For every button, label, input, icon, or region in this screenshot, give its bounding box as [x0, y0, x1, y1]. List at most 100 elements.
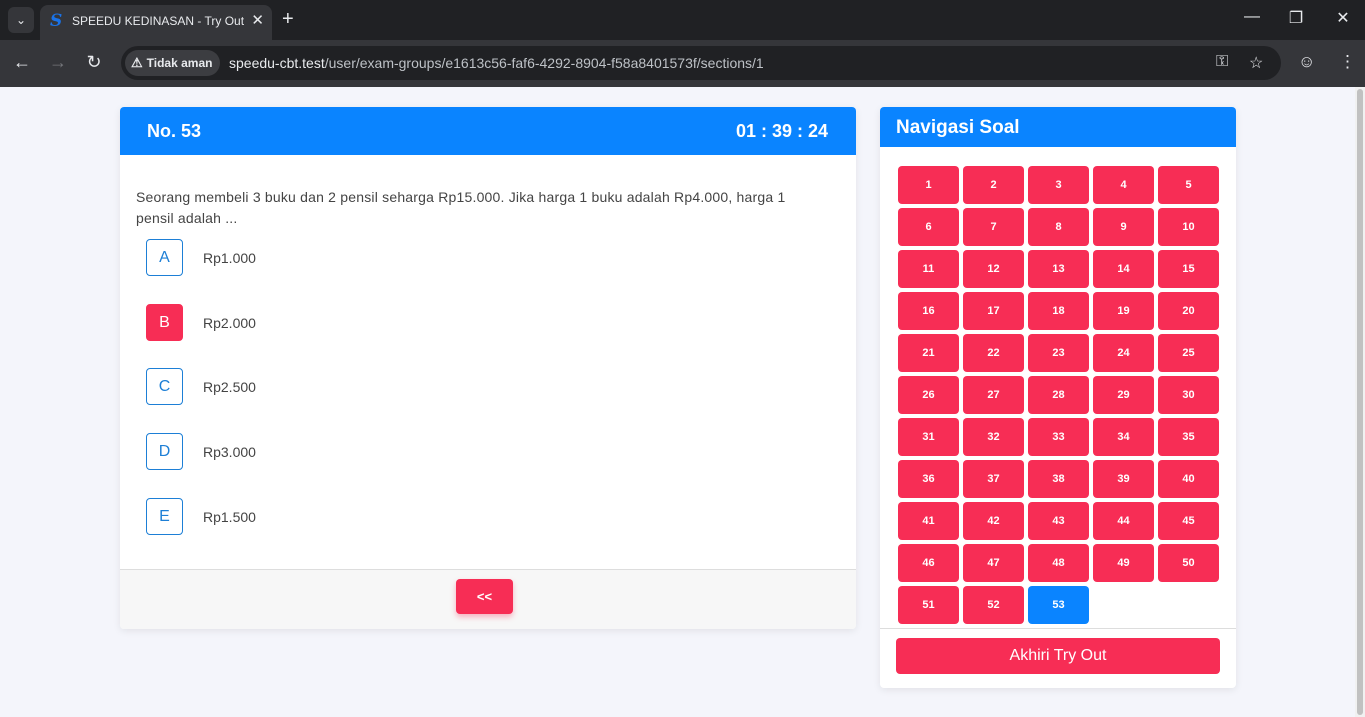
url-text[interactable]: speedu-cbt.test/user/exam-groups/e1613c5… [229, 55, 764, 71]
question-number-button[interactable]: 36 [898, 460, 959, 498]
close-window-icon[interactable]: ✕ [1328, 8, 1358, 28]
new-tab-icon[interactable]: + [282, 8, 294, 30]
warning-icon: ⚠ [131, 55, 143, 70]
restore-icon[interactable]: ❐ [1281, 8, 1311, 28]
address-bar[interactable]: ⚠ Tidak aman speedu-cbt.test/user/exam-g… [121, 46, 1281, 80]
question-number: No. 53 [147, 121, 202, 141]
end-tryout-button[interactable]: Akhiri Try Out [896, 638, 1220, 674]
question-number-button[interactable]: 23 [1028, 334, 1089, 372]
question-number-button[interactable]: 28 [1028, 376, 1089, 414]
navigation-title: Navigasi Soal [880, 107, 1236, 147]
option-text: Rp3.000 [203, 443, 256, 460]
question-number-button[interactable]: 8 [1028, 208, 1089, 246]
question-number-button[interactable]: 53 [1028, 586, 1089, 624]
question-number-button[interactable]: 48 [1028, 544, 1089, 582]
page-scrollbar[interactable] [1355, 87, 1365, 717]
browser-toolbar: ← → ↻ ⚠ Tidak aman speedu-cbt.test/user/… [0, 40, 1365, 87]
question-number-button[interactable]: 41 [898, 502, 959, 540]
option-text: Rp1.000 [203, 249, 256, 266]
question-number-button[interactable]: 31 [898, 418, 959, 456]
option-a[interactable]: A Rp1.000 [146, 239, 256, 276]
profile-icon[interactable]: ☺ [1298, 52, 1315, 72]
question-number-button[interactable]: 4 [1093, 166, 1154, 204]
question-number-button[interactable]: 46 [898, 544, 959, 582]
option-letter[interactable]: C [146, 368, 183, 405]
question-number-button[interactable]: 35 [1158, 418, 1219, 456]
question-number-button[interactable]: 9 [1093, 208, 1154, 246]
question-card: No. 53 01 : 39 : 24 Seorang membeli 3 bu… [120, 107, 856, 629]
forward-icon[interactable]: → [46, 52, 70, 73]
option-text: Rp1.500 [203, 508, 256, 525]
question-number-button[interactable]: 49 [1093, 544, 1154, 582]
question-number-button[interactable]: 2 [963, 166, 1024, 204]
option-letter[interactable]: A [146, 239, 183, 276]
question-number-button[interactable]: 25 [1158, 334, 1219, 372]
reload-icon[interactable]: ↻ [82, 52, 106, 73]
question-number-button[interactable]: 29 [1093, 376, 1154, 414]
countdown-timer: 01 : 39 : 24 [735, 121, 828, 141]
option-letter[interactable]: B [146, 304, 183, 341]
question-number-button[interactable]: 24 [1093, 334, 1154, 372]
close-tab-icon[interactable]: ✕ [251, 11, 264, 29]
question-number-button[interactable]: 14 [1093, 250, 1154, 288]
question-number-button[interactable]: 47 [963, 544, 1024, 582]
question-number-button[interactable]: 44 [1093, 502, 1154, 540]
scrollbar-thumb[interactable] [1357, 89, 1363, 715]
question-number-button[interactable]: 37 [963, 460, 1024, 498]
browser-tab[interactable]: S SPEEDU KEDINASAN - Try Out ✕ [40, 5, 272, 40]
question-number-button[interactable]: 40 [1158, 460, 1219, 498]
question-number-button[interactable]: 12 [963, 250, 1024, 288]
bookmark-star-icon[interactable]: ☆ [1249, 53, 1263, 73]
question-number-button[interactable]: 21 [898, 334, 959, 372]
question-number-button[interactable]: 50 [1158, 544, 1219, 582]
question-number-button[interactable]: 52 [963, 586, 1024, 624]
question-number-button[interactable]: 11 [898, 250, 959, 288]
option-letter[interactable]: E [146, 498, 183, 535]
tab-search-button[interactable]: ⌄ [8, 7, 34, 33]
question-number-button[interactable]: 5 [1158, 166, 1219, 204]
question-number-button[interactable]: 19 [1093, 292, 1154, 330]
question-number-button[interactable]: 32 [963, 418, 1024, 456]
question-number-button[interactable]: 30 [1158, 376, 1219, 414]
question-number-button[interactable]: 7 [963, 208, 1024, 246]
question-number-button[interactable]: 51 [898, 586, 959, 624]
menu-icon[interactable]: ⋮ [1339, 52, 1356, 72]
option-b[interactable]: B Rp2.000 [146, 304, 256, 341]
question-number-button[interactable]: 20 [1158, 292, 1219, 330]
option-d[interactable]: D Rp3.000 [146, 433, 256, 470]
question-text: Seorang membeli 3 buku dan 2 pensil seha… [136, 189, 786, 226]
back-icon[interactable]: ← [10, 52, 34, 73]
minimize-icon[interactable]: — [1237, 8, 1267, 26]
question-number-button[interactable]: 42 [963, 502, 1024, 540]
option-e[interactable]: E Rp1.500 [146, 498, 256, 535]
question-number-grid: 1 2 3 4 5 6 7 8 9 10 11 12 13 14 15 16 17 18 19 20 21 22 23 24 2… [898, 166, 1220, 624]
url-path: /user/exam-groups/e1613c56-faf6-4292-890… [324, 55, 764, 71]
question-number-button[interactable]: 17 [963, 292, 1024, 330]
question-number-button[interactable]: 16 [898, 292, 959, 330]
site-favicon-icon: S [50, 11, 63, 31]
question-number-button[interactable]: 38 [1028, 460, 1089, 498]
question-number-button[interactable]: 26 [898, 376, 959, 414]
question-number-button[interactable]: 10 [1158, 208, 1219, 246]
security-chip[interactable]: ⚠ Tidak aman [125, 50, 221, 76]
question-number-button[interactable]: 33 [1028, 418, 1089, 456]
option-text: Rp2.000 [203, 314, 256, 331]
tab-title: SPEEDU KEDINASAN - Try Out [72, 14, 245, 28]
option-c[interactable]: C Rp2.500 [146, 368, 256, 405]
question-number-button[interactable]: 6 [898, 208, 959, 246]
question-number-button[interactable]: 27 [963, 376, 1024, 414]
previous-question-button[interactable]: << [456, 579, 513, 614]
question-number-button[interactable]: 39 [1093, 460, 1154, 498]
question-number-button[interactable]: 22 [963, 334, 1024, 372]
question-number-button[interactable]: 1 [898, 166, 959, 204]
question-number-button[interactable]: 34 [1093, 418, 1154, 456]
question-number-button[interactable]: 13 [1028, 250, 1089, 288]
password-key-icon[interactable]: ⚿ [1216, 53, 1228, 71]
question-number-button[interactable]: 15 [1158, 250, 1219, 288]
question-number-button[interactable]: 18 [1028, 292, 1089, 330]
chevron-down-icon: ⌄ [15, 13, 27, 27]
question-number-button[interactable]: 45 [1158, 502, 1219, 540]
option-letter[interactable]: D [146, 433, 183, 470]
question-number-button[interactable]: 43 [1028, 502, 1089, 540]
question-number-button[interactable]: 3 [1028, 166, 1089, 204]
